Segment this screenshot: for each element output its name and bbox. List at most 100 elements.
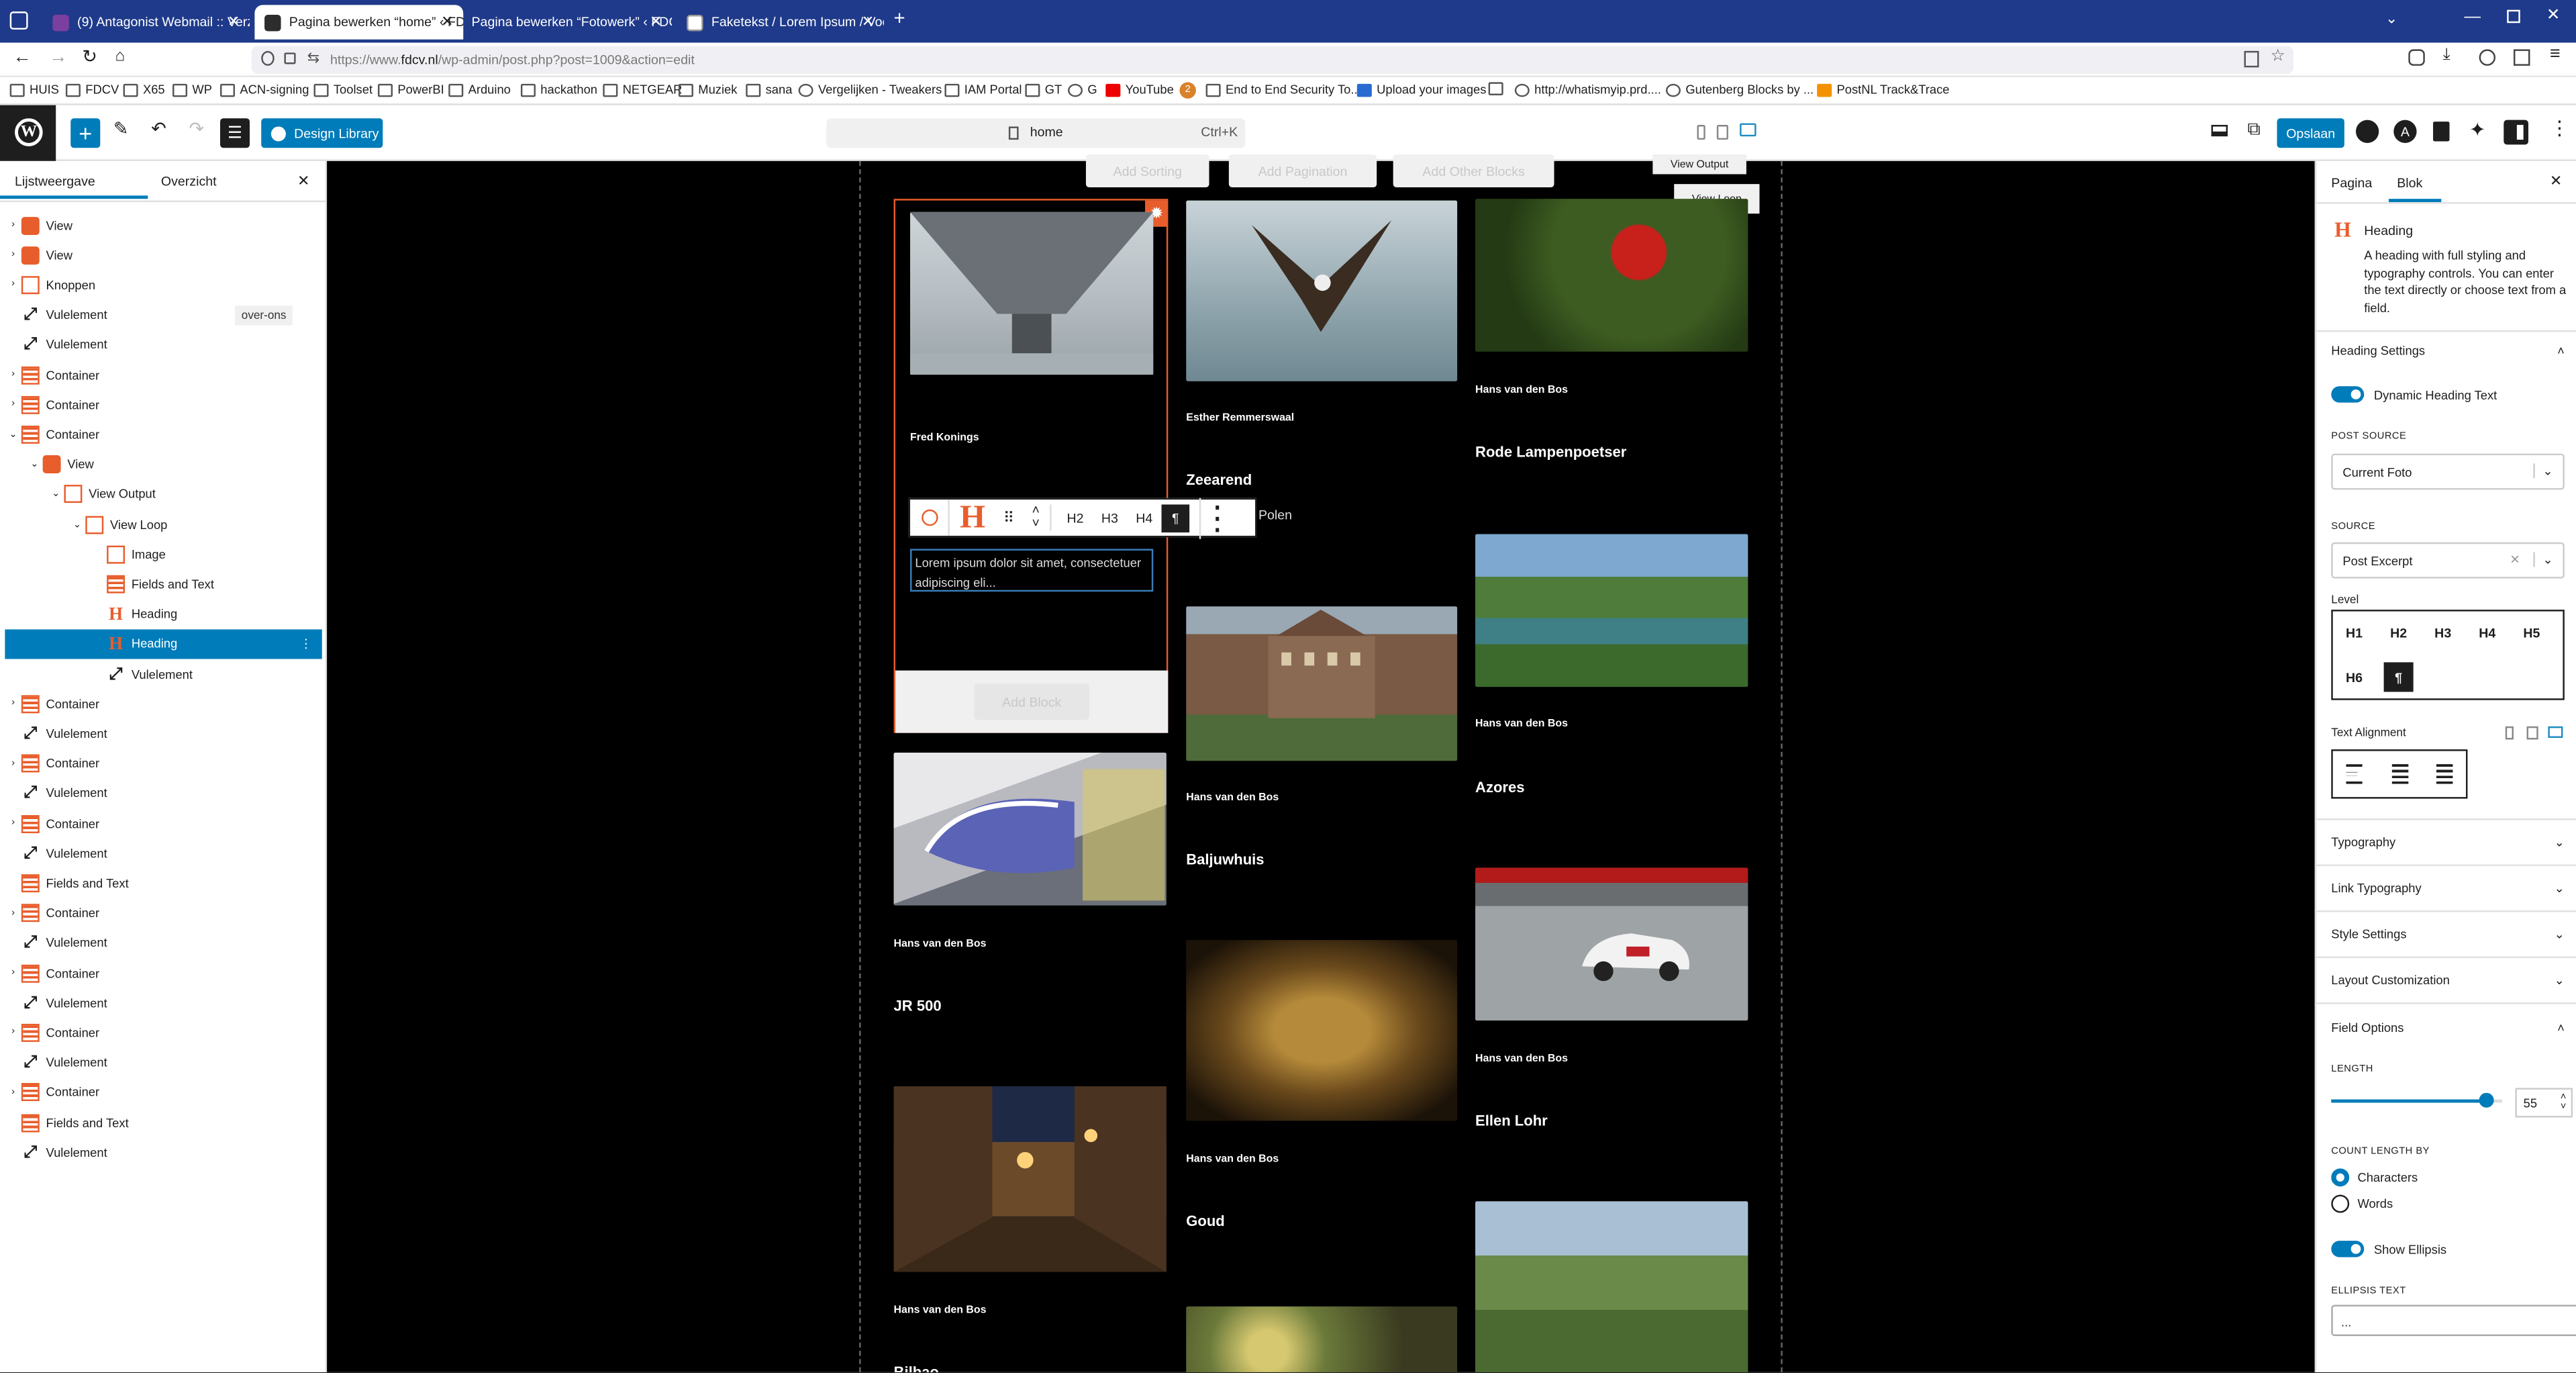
count-words-option[interactable]: Words (2331, 1194, 2393, 1213)
close-tab-icon[interactable]: ✕ (441, 13, 453, 32)
close-tab-icon[interactable]: ✕ (862, 13, 874, 32)
tree-row-vulelement[interactable]: ⤢ Vulelement (5, 330, 321, 359)
tree-row-vulelement[interactable]: ⤢ Vulelement (5, 1137, 321, 1167)
save-button[interactable]: Opslaan (2277, 118, 2344, 148)
browser-tab-1[interactable]: Pagina bewerken “home” ‹ FDCV fo✕ (254, 5, 464, 40)
kadence-icon[interactable] (2356, 120, 2379, 143)
tree-row-container[interactable]: › Container (5, 958, 321, 988)
tab-block[interactable]: Blok (2397, 176, 2422, 191)
pocket-icon[interactable] (2408, 49, 2425, 66)
options-icon[interactable]: ⋮ (2550, 117, 2569, 140)
add-block-button[interactable]: + (70, 118, 101, 148)
tree-row-knoppen[interactable]: › Knoppen (5, 270, 321, 299)
menu-icon[interactable]: ≡ (2550, 44, 2561, 64)
tree-row-view[interactable]: ⌄ View (5, 450, 321, 479)
level-h2-button[interactable]: H2 (1058, 510, 1092, 525)
expand-toggle-icon[interactable]: › (5, 220, 21, 230)
tree-row-vulelement[interactable]: ⤢ Vulelement (5, 839, 321, 868)
browser-tab-0[interactable]: (9) Antagonist Webmail :: Verze ✕ (43, 5, 250, 39)
tree-row-view-output[interactable]: ⌄ View Output (5, 479, 321, 509)
tree-row-vulelement[interactable]: ⤢ Vulelement (5, 928, 321, 957)
expand-toggle-icon[interactable]: › (5, 1028, 21, 1038)
add-other-blocks-button[interactable]: Add Other Blocks (1393, 154, 1554, 188)
expand-toggle-icon[interactable]: ⌄ (69, 518, 85, 530)
close-tab-icon[interactable]: ✕ (228, 13, 240, 32)
tab-overview[interactable]: Overzicht (161, 174, 217, 189)
tree-row-heading[interactable]: H Heading (5, 599, 321, 628)
device-view-icon[interactable] (2211, 125, 2228, 137)
bookmark[interactable]: Upload your images (1356, 82, 1486, 97)
heading-block-icon[interactable]: H (950, 499, 996, 536)
tree-row-view-loop[interactable]: ⌄ View Loop (5, 510, 321, 539)
home-icon[interactable]: ⌂ (115, 48, 125, 66)
add-block-button[interactable]: Add Block (974, 683, 1089, 720)
show-ellipsis-toggle[interactable] (2331, 1241, 2365, 1258)
tree-row-container[interactable]: › Container (5, 1078, 321, 1107)
bookmark[interactable]: Toolset (313, 82, 373, 97)
typography-header[interactable]: Typography ⌄ (2331, 835, 2565, 849)
url-bar[interactable]: ⇆ https://www. fdcv.nl/wp-admin/post.php?… (251, 46, 2293, 75)
permissions-icon[interactable]: ⇆ (307, 49, 319, 67)
level-h6-button[interactable]: H6 (2338, 662, 2371, 692)
expand-toggle-icon[interactable]: ⌄ (26, 459, 42, 471)
move-up-down-icon[interactable]: ˄ ˅ (1022, 504, 1052, 531)
back-icon[interactable]: ← (13, 48, 32, 67)
expand-toggle-icon[interactable]: › (5, 399, 21, 410)
bookmark[interactable]: IAM Portal (944, 82, 1022, 97)
length-slider-track[interactable] (2331, 1092, 2502, 1108)
undo-icon[interactable]: ↶ (151, 118, 166, 140)
view-page-icon[interactable]: ⧉ (2247, 120, 2260, 142)
tree-row-container[interactable]: › Container (5, 689, 321, 718)
field-options-header[interactable]: Field Options ˄ (2331, 1021, 2565, 1035)
bookmark[interactable]: hackathon (520, 82, 597, 97)
tree-row-fields-and-text[interactable]: Fields and Text (5, 569, 321, 599)
clear-icon[interactable]: ✕ (2510, 552, 2520, 567)
design-library-button[interactable]: Design Library (261, 118, 383, 148)
library-icon[interactable] (2433, 122, 2450, 142)
tree-row-container[interactable]: › Container (5, 898, 321, 928)
expand-toggle-icon[interactable]: › (5, 968, 21, 978)
drag-handle-icon[interactable]: ⠿ (995, 509, 1022, 527)
characters-radio[interactable] (2331, 1168, 2350, 1187)
browser-tab-2[interactable]: Pagina bewerken “Fotowerk” ‹ FDC ✕ (465, 5, 672, 39)
window-close-icon[interactable]: ✕ (2546, 7, 2561, 25)
tab-list-view[interactable]: Lijstweergave (15, 174, 95, 189)
expand-toggle-icon[interactable]: › (5, 908, 21, 918)
level-h4-button[interactable]: H4 (2471, 618, 2504, 647)
dynamic-heading-toggle-row[interactable]: Dynamic Heading Text (2331, 386, 2565, 403)
row-options-icon[interactable]: ⋮ (300, 636, 312, 651)
tree-row-vulelement[interactable]: ⤢ Vulelement (5, 1048, 321, 1078)
selected-excerpt-heading[interactable]: Lorem ipsum dolor sit amet, consectetuer… (910, 549, 1154, 592)
new-tab-button[interactable]: + (894, 7, 905, 30)
tree-row-container[interactable]: › Container (5, 390, 321, 420)
list-view-icon[interactable]: ☰ (219, 118, 250, 148)
tab-list-icon[interactable]: ⌄ (2385, 10, 2397, 28)
redo-icon[interactable]: ↷ (189, 118, 204, 140)
level-h3-button[interactable]: H3 (1093, 510, 1127, 525)
level-paragraph-button[interactable]: ¶ (2383, 662, 2414, 692)
bookmark[interactable]: sana (746, 82, 792, 97)
astra-icon[interactable]: A (2393, 120, 2417, 143)
layout-customization-header[interactable]: Layout Customization ⌄ (2331, 973, 2565, 988)
align-center-icon[interactable] (2391, 764, 2409, 784)
restore-icon[interactable] (2507, 9, 2520, 23)
expand-toggle-icon[interactable]: › (5, 759, 21, 769)
expand-toggle-icon[interactable]: › (5, 280, 21, 290)
tree-row-container[interactable]: › Container (5, 808, 321, 838)
count-characters-option[interactable]: Characters (2331, 1168, 2418, 1187)
tree-row-container[interactable]: › Container (5, 360, 321, 389)
show-ellipsis-row[interactable]: Show Ellipsis (2331, 1241, 2446, 1258)
expand-toggle-icon[interactable]: › (5, 818, 21, 828)
bookmark[interactable]: FDCV (65, 82, 119, 97)
minimize-icon[interactable]: — (2465, 8, 2481, 26)
close-tab-icon[interactable]: ✕ (650, 13, 662, 32)
download-icon[interactable]: ⤓ (2443, 46, 2450, 64)
bookmark[interactable]: http://whatismyip.prd.... (1514, 82, 1661, 97)
settings-sidebar-icon[interactable] (2504, 120, 2529, 145)
tree-row-view[interactable]: › View (5, 210, 321, 240)
level-h5-button[interactable]: H5 (2515, 618, 2548, 647)
tablet-device-icon[interactable] (2526, 726, 2538, 740)
level-h3-button[interactable]: H3 (2426, 618, 2459, 647)
align-left-icon[interactable] (2346, 764, 2363, 784)
bookmark[interactable]: PostNL Track&Trace (1817, 82, 1950, 97)
